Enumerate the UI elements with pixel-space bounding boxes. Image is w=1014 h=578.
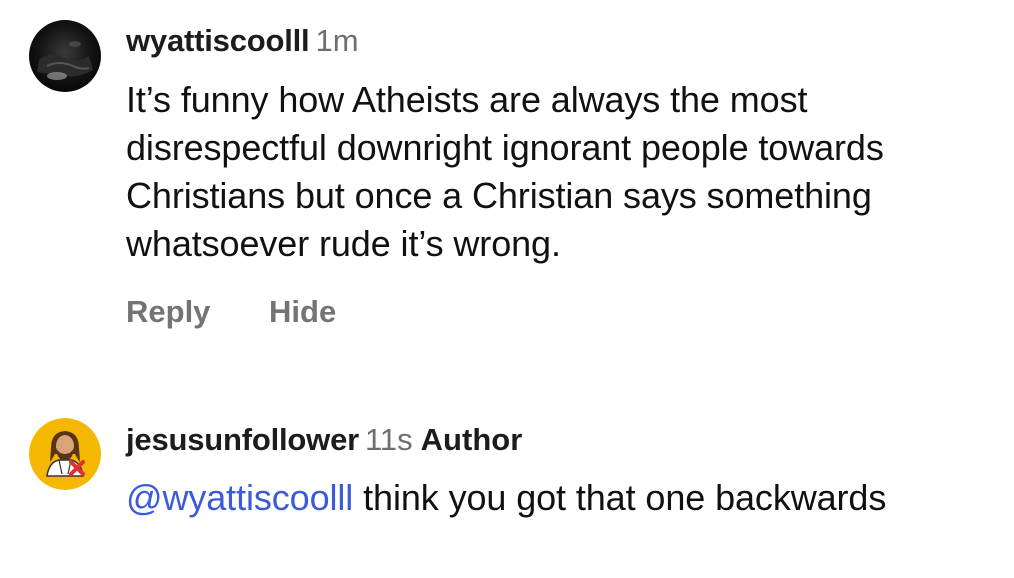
timestamp: 1m (315, 23, 359, 58)
timestamp: 11s (364, 422, 413, 457)
comment-text: @wyattiscoolll think you got that one ba… (126, 474, 1006, 522)
jesus-unfollow-avatar-icon (29, 418, 101, 490)
comment-header: wyattiscoolll 1m (126, 21, 359, 61)
username[interactable]: wyattiscoolll (126, 23, 310, 58)
comment-text: It’s funny how Atheists are always the m… (126, 79, 884, 264)
author-badge: Author (420, 422, 523, 457)
comment-actions: Reply Hide (126, 290, 336, 334)
dark-photo-avatar-icon (29, 20, 101, 92)
comment-header: jesusunfollower 11s Author (126, 420, 522, 460)
comment-text-body: think you got that one backwards (353, 477, 887, 518)
avatar[interactable] (29, 418, 101, 490)
reply-button[interactable]: Reply (126, 290, 210, 334)
username[interactable]: jesusunfollower (126, 422, 359, 457)
mention-link[interactable]: @wyattiscoolll (126, 477, 353, 518)
hide-button[interactable]: Hide (269, 290, 336, 334)
comment-item: jesusunfollower 11s Author @wyattiscoolll … (0, 400, 1014, 578)
comment-item: wyattiscoolll 1m It’s funny how Atheists … (0, 0, 1014, 360)
avatar[interactable] (29, 20, 101, 92)
